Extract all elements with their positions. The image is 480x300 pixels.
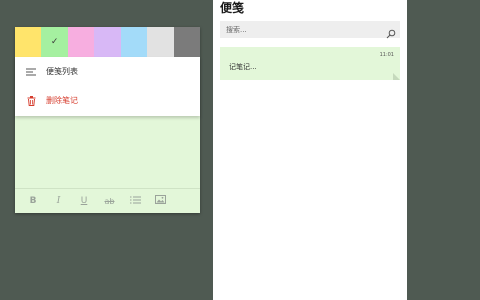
strikethrough-button[interactable]: ab (100, 197, 120, 206)
delete-note-label: 删除笔记 (46, 96, 78, 105)
notes-list-menu-item[interactable]: 便笺列表 (15, 57, 200, 86)
delete-note-menu-item[interactable]: 删除笔记 (15, 86, 200, 115)
page-fold-corner (393, 73, 400, 80)
notes-list-label: 便笺列表 (46, 67, 78, 76)
color-swatch-charcoal[interactable] (173, 27, 200, 57)
note-card[interactable]: 11:01 记笔记... (220, 47, 400, 80)
color-swatch-purple[interactable] (94, 27, 121, 57)
color-swatch-blue[interactable] (120, 27, 148, 57)
notes-list-panel: 便笺 11:01 记笔记... (213, 0, 407, 300)
color-swatch-green[interactable]: ✓ (41, 27, 68, 57)
color-swatch-yellow[interactable] (15, 27, 42, 57)
list-icon (25, 66, 37, 78)
check-icon: ✓ (50, 37, 59, 47)
note-preview: 记笔记... (229, 63, 257, 71)
color-swatch-pink[interactable] (67, 27, 95, 57)
underline-button[interactable]: U (74, 196, 94, 206)
note-menu: 便笺列表 删除笔记 (15, 57, 200, 116)
note-window: ✓ 便笺列表 删除笔记 B I U ab (15, 27, 200, 213)
search-input[interactable] (220, 24, 378, 35)
note-timestamp: 11:01 (379, 52, 394, 58)
search-icon[interactable] (386, 24, 396, 43)
color-palette: ✓ (15, 27, 200, 57)
page-title: 便笺 (220, 1, 245, 15)
italic-button[interactable]: I (49, 196, 69, 206)
bold-button[interactable]: B (23, 196, 43, 206)
color-swatch-gray[interactable] (147, 27, 174, 57)
image-icon (155, 195, 166, 204)
format-toolbar: B I U ab (15, 188, 200, 213)
trash-icon (25, 95, 37, 107)
note-editor[interactable] (15, 116, 200, 189)
insert-image-button[interactable] (151, 195, 171, 207)
bullet-list-button[interactable] (125, 196, 145, 207)
search-box (220, 21, 400, 39)
bullet-list-icon (129, 196, 141, 203)
